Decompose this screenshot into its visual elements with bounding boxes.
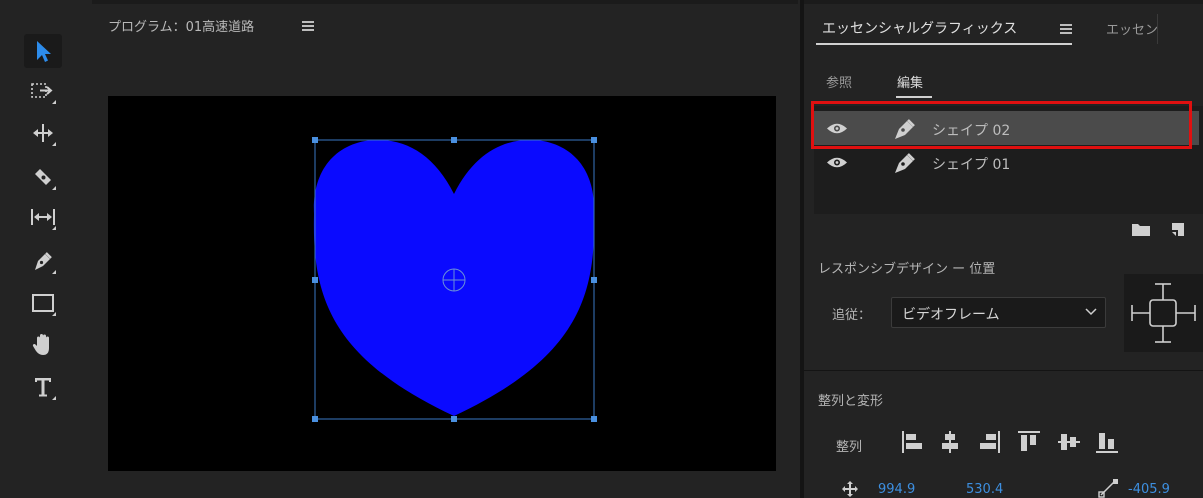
new-group-folder-icon[interactable]: [1130, 220, 1152, 238]
anchor-value[interactable]: -405.9: [1128, 482, 1170, 497]
pin-edges-icon: [1131, 283, 1196, 343]
tab-essential-graphics[interactable]: エッセンシャルグラフィックス: [822, 18, 1017, 38]
align-bottom-icon[interactable]: [1094, 429, 1120, 455]
hand-tool-button[interactable]: [24, 328, 62, 362]
follow-dropdown[interactable]: ビデオフレーム: [891, 297, 1106, 328]
slip-icon: [31, 209, 55, 225]
pen-icon: [895, 153, 915, 173]
essential-graphics-panel: エッセンシャルグラフィックス エッセン 参照 編集 シェイプ 02 シェイプ 0…: [804, 0, 1203, 498]
ripple-edit-tool-button[interactable]: [24, 116, 62, 150]
canvas-artwork: [312, 137, 597, 422]
program-canvas[interactable]: [108, 96, 776, 471]
type-tool-button[interactable]: [24, 370, 62, 404]
subtab-browse[interactable]: 参照: [826, 72, 852, 91]
align-vertical-center-icon[interactable]: [1056, 429, 1082, 455]
anchor-point-icon: [1098, 479, 1118, 498]
position-x-value[interactable]: 994.9: [878, 482, 915, 497]
program-monitor-title[interactable]: プログラム：01高速道路: [108, 16, 254, 35]
align-top-icon[interactable]: [1016, 429, 1042, 455]
position-y-value[interactable]: 530.4: [966, 482, 1003, 497]
tab-essential-sound[interactable]: エッセン: [1106, 19, 1158, 38]
align-label: 整列: [836, 440, 863, 455]
layer-item-shape-01[interactable]: シェイプ 01: [814, 145, 1199, 179]
selection-tool-button[interactable]: [24, 34, 62, 68]
razor-tool-button[interactable]: [24, 160, 62, 194]
new-layer-icon[interactable]: [1168, 220, 1188, 238]
subtab-edit[interactable]: 編集: [897, 72, 923, 91]
ripple-edit-icon: [33, 124, 53, 142]
layer-name: シェイプ 01: [932, 157, 1011, 173]
responsive-design-label: レスポンシブデザイン ー 位置: [818, 262, 996, 277]
panel-menu-icon[interactable]: [1060, 23, 1072, 34]
slip-tool-button[interactable]: [24, 200, 62, 234]
align-left-icon[interactable]: [900, 429, 924, 455]
align-horizontal-center-icon[interactable]: [938, 429, 962, 455]
type-icon: [35, 378, 51, 397]
align-right-icon[interactable]: [978, 429, 1002, 455]
pen-tool-button[interactable]: [24, 244, 62, 278]
hand-icon: [32, 334, 49, 355]
position-move-icon: [842, 481, 858, 497]
monitor-menu-icon[interactable]: [302, 20, 314, 31]
rectangle-tool-button[interactable]: [24, 286, 62, 320]
tools-panel: [0, 0, 90, 498]
follow-dropdown-value: ビデオフレーム: [902, 307, 1000, 323]
align-transform-label: 整列と変形: [818, 394, 884, 409]
rectangle-icon: [32, 294, 54, 312]
follow-label: 追従：: [832, 308, 872, 323]
anchor-point-icon: [442, 268, 466, 292]
selection-arrow-icon: [37, 41, 51, 62]
program-monitor: プログラム：01高速道路: [92, 0, 798, 498]
track-select-tool-button[interactable]: [24, 74, 62, 108]
pin-to-widget[interactable]: [1124, 274, 1203, 352]
chevron-down-icon: [1085, 308, 1097, 316]
track-select-icon: [31, 83, 53, 98]
eye-icon[interactable]: [826, 156, 848, 169]
highlight-annotation: [811, 101, 1192, 149]
